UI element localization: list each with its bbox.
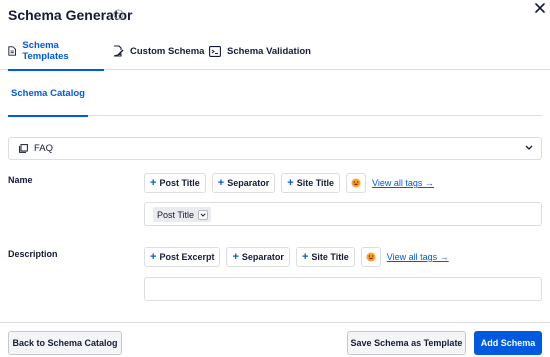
tag-post-title-button[interactable]: + Post Title <box>144 173 206 193</box>
emoji-icon <box>366 252 376 262</box>
tag-separator-button[interactable]: + Separator <box>226 247 290 267</box>
document-icon <box>8 46 17 56</box>
emoji-button[interactable] <box>360 247 381 267</box>
tag-label: Post Title <box>159 178 200 188</box>
select-value: FAQ <box>34 143 54 154</box>
tab-label: Schema Templates <box>22 40 69 62</box>
edit-document-icon <box>113 45 124 57</box>
sub-tabs: Schema Catalog <box>8 70 542 117</box>
chip-dropdown[interactable] <box>198 209 209 220</box>
plus-icon: + <box>150 250 157 263</box>
tag-separator-button[interactable]: + Separator <box>211 173 276 193</box>
name-input[interactable]: Post Title <box>144 202 542 226</box>
name-label: Name <box>8 175 33 185</box>
tag-label: Post Excerpt <box>159 252 215 262</box>
help-icon[interactable]: ? <box>113 9 124 20</box>
modal-footer: Back to Schema Catalog Save Schema as Te… <box>0 322 550 357</box>
save-as-template-button[interactable]: Save Schema as Template <box>347 331 466 355</box>
schema-catalog-select[interactable]: FAQ <box>8 137 542 160</box>
schema-generator-modal: Schema Generator ? Schema Templates Cust… <box>0 0 550 357</box>
tag-label: Site Title <box>296 178 335 188</box>
close-icon[interactable] <box>534 2 546 14</box>
tab-custom-schema[interactable]: Custom Schema <box>113 32 204 70</box>
tab-schema-catalog[interactable]: Schema Catalog <box>8 70 88 117</box>
modal-header: Schema Generator ? <box>0 0 550 32</box>
tag-site-title-button[interactable]: + Site Title <box>295 247 355 267</box>
view-all-tags-link[interactable]: View all tags → <box>387 252 449 262</box>
chevron-down-icon <box>200 212 206 217</box>
template-icon <box>19 144 28 153</box>
description-label: Description <box>8 249 58 259</box>
terminal-icon <box>209 45 221 57</box>
tag-label: Separator <box>227 178 270 188</box>
plus-icon: + <box>232 250 239 263</box>
plus-icon: + <box>287 176 294 189</box>
chevron-down-icon <box>525 145 533 150</box>
plus-icon: + <box>150 176 157 189</box>
tag-site-title-button[interactable]: + Site Title <box>281 173 341 193</box>
add-schema-button[interactable]: Add Schema <box>474 331 542 355</box>
emoji-icon <box>351 178 361 188</box>
tab-label: Custom Schema <box>130 45 205 57</box>
back-to-catalog-button[interactable]: Back to Schema Catalog <box>8 331 122 355</box>
tab-schema-templates[interactable]: Schema Templates <box>8 32 104 71</box>
main-tabs: Schema Templates Custom Schema Schema Va… <box>0 32 550 71</box>
tag-label: Separator <box>241 252 284 262</box>
name-tag-row: + Post Title + Separator + Site Title View … <box>144 173 434 193</box>
tag-post-excerpt-button[interactable]: + Post Excerpt <box>144 247 221 267</box>
svg-text:?: ? <box>117 12 121 19</box>
tab-label: Schema Validation <box>227 45 311 57</box>
plus-icon: + <box>217 176 225 189</box>
plus-icon: + <box>301 250 309 263</box>
emoji-button[interactable] <box>346 173 367 193</box>
tag-label: Site Title <box>311 252 349 262</box>
description-tag-row: + Post Excerpt + Separator + Site Title Vie… <box>144 247 449 267</box>
post-title-chip[interactable]: Post Title <box>153 207 212 222</box>
view-all-tags-link[interactable]: View all tags → <box>372 178 434 188</box>
description-input[interactable] <box>144 277 542 301</box>
chip-label: Post Title <box>157 209 195 220</box>
tab-schema-validation[interactable]: Schema Validation <box>209 32 311 70</box>
